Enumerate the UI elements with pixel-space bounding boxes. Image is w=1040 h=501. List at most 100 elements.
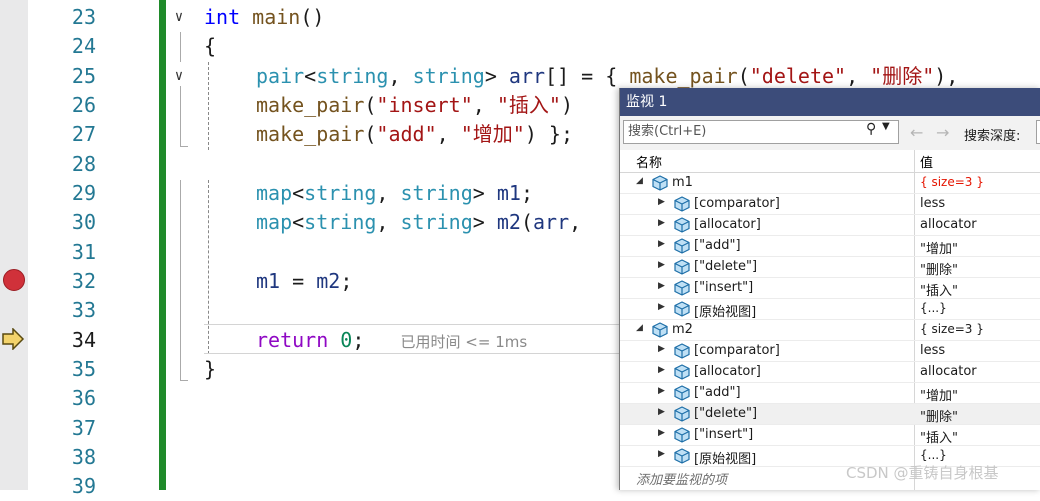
scope-guide xyxy=(180,180,181,380)
elapsed-time-hint: 已用时间 <= 1ms xyxy=(400,333,528,351)
watch-row[interactable]: ◢ m2 { size=3 } xyxy=(620,320,1040,341)
code-token: ) xyxy=(560,93,573,117)
watch-row-value[interactable]: { size=3 } xyxy=(920,322,984,336)
watch-window[interactable]: 监视 1 搜索(Ctrl+E) ⚲ ▼ ← → 搜索深度: 名称 值 ◢ m1 { … xyxy=(619,88,1040,490)
watch-row-name: [comparator] xyxy=(694,343,780,358)
code-token: map xyxy=(256,181,293,205)
watch-row-name: m2 xyxy=(672,322,693,337)
code-token: "增加" xyxy=(460,122,525,146)
expand-arrow-icon[interactable]: ▶ xyxy=(658,218,665,228)
column-name-header[interactable]: 名称 xyxy=(636,152,662,171)
collapse-arrow-icon[interactable]: ◢ xyxy=(636,323,643,333)
watch-search-input[interactable]: 搜索(Ctrl+E) xyxy=(623,120,899,144)
code-token: ), xyxy=(934,64,959,88)
code-token: return xyxy=(256,328,329,352)
watch-row[interactable]: ▶ [comparator] less xyxy=(620,194,1040,215)
watch-row[interactable]: ▶ ["delete"] "删除" xyxy=(620,404,1040,425)
code-token: > xyxy=(472,210,497,234)
add-watch-item[interactable]: 添加要监视的项 xyxy=(636,469,727,488)
search-next-arrow-icon[interactable]: → xyxy=(936,123,949,142)
watch-row[interactable]: ▶ ["insert"] "插入" xyxy=(620,425,1040,446)
collapse-arrow-icon[interactable]: ◢ xyxy=(636,176,643,186)
watch-window-title[interactable]: 监视 1 xyxy=(620,88,1040,116)
code-token: make_pair xyxy=(256,93,365,117)
watch-row-value[interactable]: {...} xyxy=(920,448,947,462)
watch-row-value[interactable]: "删除" xyxy=(920,406,958,425)
watch-row[interactable]: ▶ [原始视图] {...} xyxy=(620,299,1040,320)
variable-object-icon xyxy=(652,175,668,191)
code-line-26[interactable]: make_pair("insert", "插入") xyxy=(256,91,573,120)
expand-arrow-icon[interactable]: ▶ xyxy=(658,239,665,249)
variable-object-icon xyxy=(652,322,668,338)
code-line-24[interactable]: { xyxy=(204,32,216,61)
watch-row-value[interactable]: "增加" xyxy=(920,238,958,257)
watch-row[interactable]: ▶ [allocator] allocator xyxy=(620,215,1040,236)
line-number: 24 xyxy=(71,34,96,58)
watch-row[interactable]: ▶ ["add"] "增加" xyxy=(620,383,1040,404)
watch-row-value[interactable]: allocator xyxy=(920,364,977,379)
watch-row-value[interactable]: { size=3 } xyxy=(920,175,984,189)
code-token: "插入" xyxy=(496,93,561,117)
code-line-32[interactable]: m1 = m2; xyxy=(256,267,352,296)
search-icon[interactable]: ⚲ xyxy=(866,121,876,137)
breakpoint-gutter[interactable] xyxy=(0,0,28,490)
code-token: ; xyxy=(520,181,533,205)
watch-row[interactable]: ▶ [allocator] allocator xyxy=(620,362,1040,383)
search-dropdown-icon[interactable]: ▼ xyxy=(882,121,890,132)
search-depth-select[interactable] xyxy=(1036,120,1040,144)
code-token: "delete" xyxy=(749,64,847,88)
watch-row-value[interactable]: allocator xyxy=(920,217,977,232)
watch-row-name: [原始视图] xyxy=(694,305,757,320)
breakpoint-icon[interactable] xyxy=(3,269,25,291)
watch-row-value[interactable]: less xyxy=(920,196,945,211)
code-token: ; xyxy=(352,328,365,352)
code-token: string xyxy=(316,64,389,88)
line-number: 27 xyxy=(71,122,96,146)
expand-arrow-icon[interactable]: ▶ xyxy=(658,407,665,417)
watch-row[interactable]: ▶ ["delete"] "删除" xyxy=(620,257,1040,278)
expand-arrow-icon[interactable]: ▶ xyxy=(658,365,665,375)
search-depth-label: 搜索深度: xyxy=(964,129,1021,144)
code-line-35[interactable]: } xyxy=(204,355,216,384)
watch-row[interactable]: ▶ ["add"] "增加" xyxy=(620,236,1040,257)
expand-arrow-icon[interactable]: ▶ xyxy=(658,428,665,438)
watch-row-name: ["delete"] xyxy=(694,259,758,274)
watch-row-value[interactable]: "插入" xyxy=(920,427,958,446)
code-token: string xyxy=(304,181,377,205)
code-line-30[interactable]: map<string, string> m2(arr, xyxy=(256,208,581,237)
code-token: > xyxy=(484,64,509,88)
watch-row[interactable]: ▶ [comparator] less xyxy=(620,341,1040,362)
code-token: string xyxy=(400,210,473,234)
expand-arrow-icon[interactable]: ▶ xyxy=(658,197,665,207)
code-token: , xyxy=(376,210,401,234)
search-previous-arrow-icon[interactable]: ← xyxy=(910,123,923,142)
code-line-27[interactable]: make_pair("add", "增加") }; xyxy=(256,120,573,149)
watch-row[interactable]: ▶ ["insert"] "插入" xyxy=(620,278,1040,299)
code-line-25[interactable]: pair<string, string> arr[] = { make_pair… xyxy=(256,62,958,91)
variable-object-icon xyxy=(674,259,690,275)
fold-toggle-icon[interactable]: ∨ xyxy=(170,62,188,91)
code-line-34[interactable]: return 0; 已用时间 <= 1ms xyxy=(256,326,527,357)
watch-row-value[interactable]: less xyxy=(920,343,945,358)
watch-row-value[interactable]: "删除" xyxy=(920,259,958,278)
watch-row[interactable]: ◢ m1 { size=3 } xyxy=(620,173,1040,194)
fold-toggle-icon[interactable]: ∨ xyxy=(170,3,188,32)
expand-arrow-icon[interactable]: ▶ xyxy=(658,449,665,459)
column-value-header[interactable]: 值 xyxy=(920,152,933,171)
code-token: "删除" xyxy=(870,64,935,88)
code-token: 0 xyxy=(340,328,353,352)
code-token: , xyxy=(376,181,401,205)
watch-row-value[interactable]: "增加" xyxy=(920,385,958,404)
watch-row-value[interactable]: {...} xyxy=(920,301,947,315)
expand-arrow-icon[interactable]: ▶ xyxy=(658,344,665,354)
expand-arrow-icon[interactable]: ▶ xyxy=(658,386,665,396)
code-token: < xyxy=(292,181,305,205)
code-line-23[interactable]: int main() xyxy=(204,3,324,32)
expand-arrow-icon[interactable]: ▶ xyxy=(658,281,665,291)
variable-object-icon xyxy=(674,343,690,359)
watch-row-value[interactable]: "插入" xyxy=(920,280,958,299)
code-token: pair xyxy=(256,64,305,88)
code-line-29[interactable]: map<string, string> m1; xyxy=(256,179,533,208)
expand-arrow-icon[interactable]: ▶ xyxy=(658,260,665,270)
expand-arrow-icon[interactable]: ▶ xyxy=(658,302,665,312)
